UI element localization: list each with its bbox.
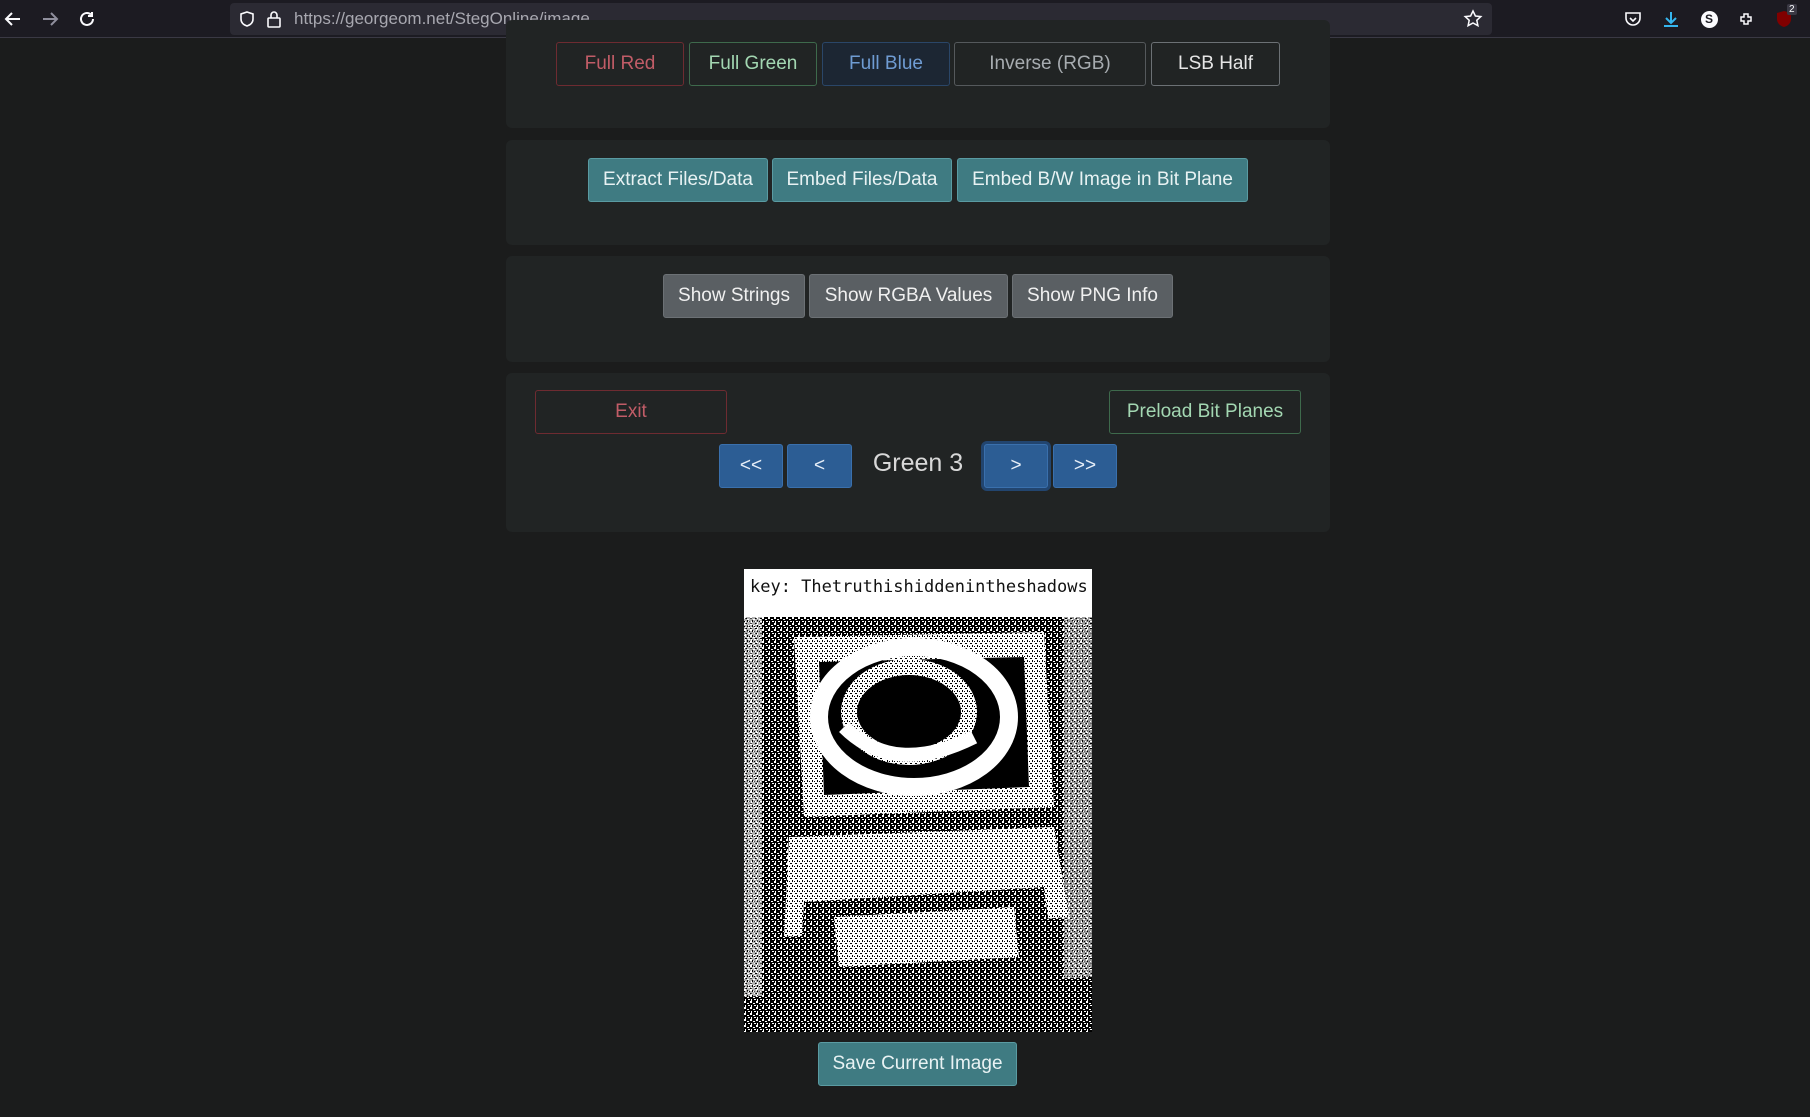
reload-icon[interactable] (74, 6, 100, 32)
extensions-puzzle-icon[interactable] (1734, 6, 1760, 32)
extract-files-button[interactable]: Extract Files/Data (588, 158, 768, 202)
next-plane-button[interactable]: > (984, 444, 1048, 488)
embed-bw-image-button[interactable]: Embed B/W Image in Bit Plane (957, 158, 1248, 202)
last-plane-button[interactable]: >> (1053, 444, 1117, 488)
back-arrow-icon[interactable] (0, 6, 26, 32)
current-plane-label: Green 3 (872, 449, 964, 477)
lock-icon[interactable] (266, 10, 282, 28)
full-blue-button[interactable]: Full Blue (822, 42, 950, 86)
previous-plane-button[interactable]: < (787, 444, 852, 488)
bitplane-image: key: Thetruthishiddenintheshadows (744, 569, 1092, 1032)
show-rgba-values-button[interactable]: Show RGBA Values (809, 274, 1008, 318)
ublock-icon[interactable]: 2 (1772, 4, 1798, 32)
full-red-button[interactable]: Full Red (556, 42, 684, 86)
noise-pattern (744, 617, 1092, 1032)
preload-bit-planes-button[interactable]: Preload Bit Planes (1109, 390, 1301, 434)
download-icon[interactable] (1658, 6, 1684, 32)
shield-icon[interactable] (238, 10, 256, 28)
first-plane-button[interactable]: << (719, 444, 783, 488)
inverse-rgb-button[interactable]: Inverse (RGB) (954, 42, 1146, 86)
save-current-image-button[interactable]: Save Current Image (818, 1042, 1017, 1086)
extension-s-icon[interactable]: S (1696, 6, 1722, 32)
extension-badge: 2 (1787, 4, 1797, 15)
embed-files-button[interactable]: Embed Files/Data (772, 158, 952, 202)
exit-button[interactable]: Exit (535, 390, 727, 434)
hidden-key-text: key: Thetruthishiddenintheshadows (750, 577, 1088, 597)
lsb-half-button[interactable]: LSB Half (1151, 42, 1280, 86)
show-png-info-button[interactable]: Show PNG Info (1012, 274, 1173, 318)
forward-arrow-icon[interactable] (37, 6, 63, 32)
full-green-button[interactable]: Full Green (689, 42, 817, 86)
show-strings-button[interactable]: Show Strings (663, 274, 805, 318)
bookmark-star-icon[interactable] (1463, 9, 1483, 29)
extension-s-letter: S (1700, 10, 1718, 28)
url-domain: https://georgeom.net (294, 9, 450, 28)
pocket-icon[interactable] (1620, 6, 1646, 32)
